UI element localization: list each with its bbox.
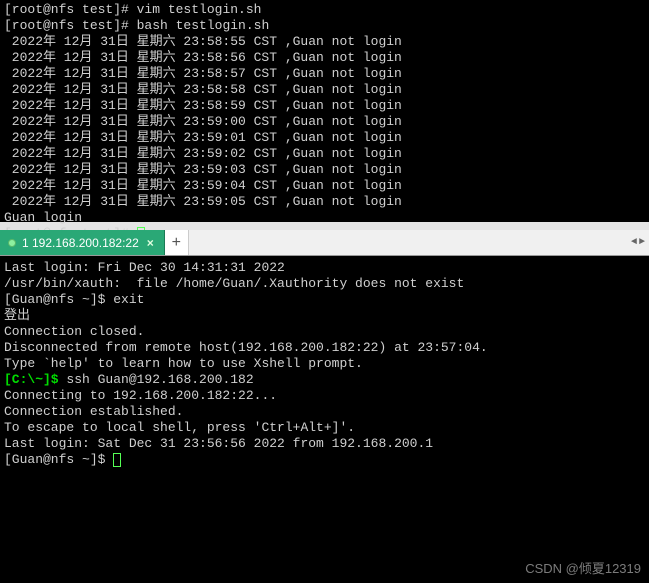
terminal-line: 2022年 12月 31日 星期六 23:59:04 CST ,Guan not…: [4, 178, 645, 194]
tab-bar: 1 192.168.200.182:22 × + ◄ ►: [0, 230, 649, 256]
terminal-line: Connection established.: [4, 404, 645, 420]
cursor-icon: [113, 453, 121, 467]
chevron-right-icon[interactable]: ►: [639, 235, 645, 251]
terminal-top-pane[interactable]: [root@nfs test]# vim testlogin.sh [root@…: [0, 0, 649, 222]
tab-close-button[interactable]: ×: [145, 235, 156, 251]
terminal-line: Disconnected from remote host(192.168.20…: [4, 340, 645, 356]
terminal-line: 2022年 12月 31日 星期六 23:59:05 CST ,Guan not…: [4, 194, 645, 210]
terminal-line: 2022年 12月 31日 星期六 23:59:03 CST ,Guan not…: [4, 162, 645, 178]
chevron-left-icon[interactable]: ◄: [631, 235, 637, 251]
terminal-line: Connecting to 192.168.200.182:22...: [4, 388, 645, 404]
status-dot-icon: [8, 239, 16, 247]
terminal-line: To escape to local shell, press 'Ctrl+Al…: [4, 420, 645, 436]
terminal-line: [C:\~]$ ssh Guan@192.168.200.182: [4, 372, 645, 388]
terminal-line: /usr/bin/xauth: file /home/Guan/.Xauthor…: [4, 276, 645, 292]
new-tab-button[interactable]: +: [165, 230, 189, 255]
terminal-bottom-pane[interactable]: Last login: Fri Dec 30 14:31:31 2022 /us…: [0, 256, 649, 472]
terminal-line: [Guan@nfs ~]$ exit: [4, 292, 645, 308]
terminal-line: 2022年 12月 31日 星期六 23:59:01 CST ,Guan not…: [4, 130, 645, 146]
terminal-line: 2022年 12月 31日 星期六 23:58:58 CST ,Guan not…: [4, 82, 645, 98]
terminal-line: Last login: Fri Dec 30 14:31:31 2022: [4, 260, 645, 276]
terminal-line: [Guan@nfs ~]$: [4, 452, 645, 468]
terminal-line: 2022年 12月 31日 星期六 23:58:59 CST ,Guan not…: [4, 98, 645, 114]
command-text: ssh Guan@192.168.200.182: [66, 372, 253, 387]
watermark-text: CSDN @倾夏12319: [525, 561, 641, 577]
terminal-line: 2022年 12月 31日 星期六 23:58:57 CST ,Guan not…: [4, 66, 645, 82]
terminal-line: [root@nfs test]# bash testlogin.sh: [4, 18, 645, 34]
terminal-line: 2022年 12月 31日 星期六 23:59:00 CST ,Guan not…: [4, 114, 645, 130]
tab-label: 1 192.168.200.182:22: [22, 235, 139, 251]
command-text: vim testlogin.sh: [137, 2, 262, 17]
tab-scroll-arrows: ◄ ►: [631, 230, 645, 255]
terminal-line: 2022年 12月 31日 星期六 23:59:02 CST ,Guan not…: [4, 146, 645, 162]
session-tab[interactable]: 1 192.168.200.182:22 ×: [0, 230, 165, 255]
terminal-line: Type `help' to learn how to use Xshell p…: [4, 356, 645, 372]
terminal-line: Last login: Sat Dec 31 23:56:56 2022 fro…: [4, 436, 645, 452]
terminal-line: Connection closed.: [4, 324, 645, 340]
terminal-line: 2022年 12月 31日 星期六 23:58:56 CST ,Guan not…: [4, 50, 645, 66]
shell-prompt: [root@nfs test]#: [4, 18, 137, 33]
local-prompt: [C:\~]$: [4, 372, 66, 387]
terminal-line: 2022年 12月 31日 星期六 23:58:55 CST ,Guan not…: [4, 34, 645, 50]
terminal-line: [root@nfs test]# vim testlogin.sh: [4, 2, 645, 18]
shell-prompt: [root@nfs test]#: [4, 2, 137, 17]
terminal-line: 登出: [4, 308, 645, 324]
remote-prompt: [Guan@nfs ~]$: [4, 452, 113, 467]
command-text: bash testlogin.sh: [137, 18, 270, 33]
